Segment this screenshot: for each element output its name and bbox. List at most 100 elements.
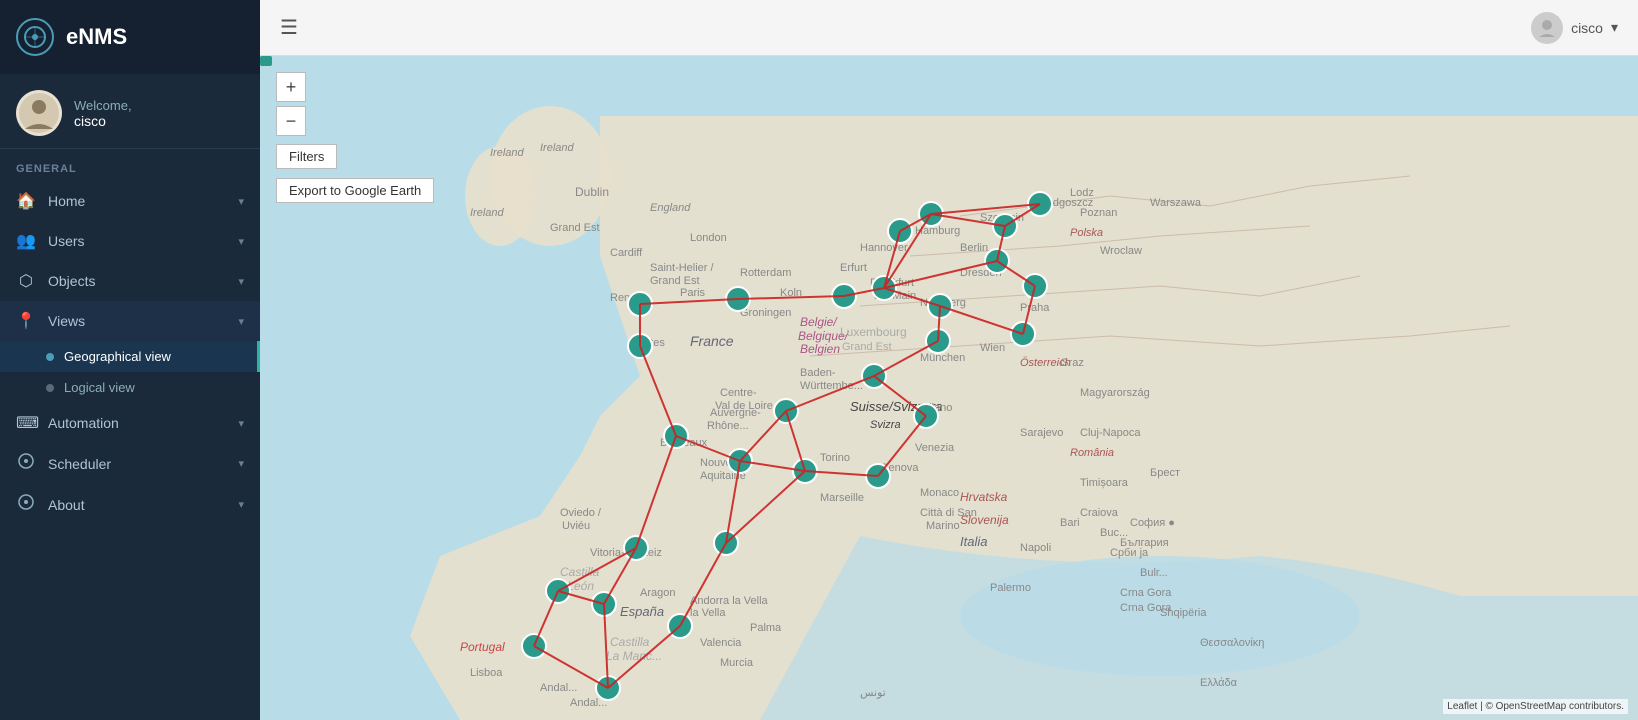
svg-text:Sarajevo: Sarajevo <box>1020 427 1063 439</box>
svg-text:Rhône...: Rhône... <box>707 420 749 432</box>
svg-text:Torino: Torino <box>820 452 850 464</box>
user-section: Welcome, cisco <box>0 74 260 149</box>
scheduler-icon <box>16 453 36 474</box>
svg-text:Grand Est: Grand Est <box>550 222 600 234</box>
sidebar-item-home[interactable]: 🏠 Home ▾ <box>0 181 260 221</box>
zoom-in-button[interactable]: + <box>276 72 306 102</box>
geo-view-label: Geographical view <box>64 349 171 364</box>
sidebar-item-scheduler-label: Scheduler <box>48 456 111 472</box>
svg-text:España: España <box>620 604 664 619</box>
svg-text:Cluj-Napoca: Cluj-Napoca <box>1080 427 1141 439</box>
filters-button[interactable]: Filters <box>276 144 337 169</box>
about-icon <box>16 494 36 515</box>
hamburger-menu[interactable]: ☰ <box>280 15 298 40</box>
svg-text:Palma: Palma <box>750 622 782 634</box>
svg-text:Portugal: Portugal <box>460 640 505 654</box>
topbar-username: cisco <box>1571 20 1603 36</box>
user-name: cisco <box>74 113 132 129</box>
svg-text:Graz: Graz <box>1060 357 1084 369</box>
svg-text:Praha: Praha <box>1020 302 1050 314</box>
svg-text:Grand Est: Grand Est <box>650 275 700 287</box>
svg-text:Poznan: Poznan <box>1080 207 1117 219</box>
sidebar-item-logical-view[interactable]: Logical view <box>0 372 260 403</box>
svg-text:Θεσσαλονίκη: Θεσσαλονίκη <box>1200 637 1264 649</box>
svg-text:Marseille: Marseille <box>820 492 864 504</box>
map-attribution: Leaflet | © OpenStreetMap contributors. <box>1443 699 1628 714</box>
scheduler-chevron: ▾ <box>238 457 244 470</box>
svg-text:Monaco: Monaco <box>920 487 959 499</box>
sidebar-item-scheduler[interactable]: Scheduler ▾ <box>0 443 260 484</box>
map-container[interactable]: Ireland Ireland Dublin Ireland Grand Est… <box>260 56 1638 720</box>
svg-text:Lisboa: Lisboa <box>470 667 503 679</box>
views-chevron: ▾ <box>238 315 244 328</box>
svg-text:Rotterdam: Rotterdam <box>740 267 791 279</box>
sidebar-item-about[interactable]: About ▾ <box>0 484 260 525</box>
svg-text:Castilla: Castilla <box>610 635 650 649</box>
svg-text:Бpeст: Бpeст <box>1150 467 1180 479</box>
svg-text:Centre-: Centre- <box>720 387 757 399</box>
svg-text:Shqipëria: Shqipëria <box>1160 607 1207 619</box>
home-icon: 🏠 <box>16 191 36 211</box>
sidebar-item-about-label: About <box>48 497 85 513</box>
sidebar-item-automation-label: Automation <box>48 415 119 431</box>
svg-text:Βulг...: Βulг... <box>1140 567 1168 579</box>
sidebar-item-automation[interactable]: ⌨ Automation ▾ <box>0 403 260 443</box>
svg-text:Andal...: Andal... <box>540 682 577 694</box>
svg-text:England: England <box>650 202 691 214</box>
svg-text:Luxembourg: Luxembourg <box>840 325 907 339</box>
topbar-right: cisco ▾ <box>1531 12 1618 44</box>
svg-text:London: London <box>690 232 727 244</box>
svg-text:Hrvatska: Hrvatska <box>960 490 1008 504</box>
svg-text:France: France <box>690 333 734 349</box>
svg-text:Grand Est: Grand Est <box>842 341 892 353</box>
zoom-out-button[interactable]: − <box>276 106 306 136</box>
svg-text:Auvergne-: Auvergne- <box>710 407 761 419</box>
svg-text:Aragon: Aragon <box>640 587 675 599</box>
avatar <box>16 90 62 136</box>
svg-text:Warszawa: Warszawa <box>1150 197 1202 209</box>
topbar-chevron[interactable]: ▾ <box>1611 19 1618 36</box>
main-content: ☰ cisco ▾ <box>260 0 1638 720</box>
sidebar-item-objects-label: Objects <box>48 273 95 289</box>
topbar-user-icon <box>1531 12 1563 44</box>
svg-text:Craiova: Craiova <box>1080 507 1119 519</box>
svg-text:Valencia: Valencia <box>700 637 742 649</box>
svg-text:Oviedo /: Oviedo / <box>560 507 602 519</box>
automation-chevron: ▾ <box>238 417 244 430</box>
sidebar-item-objects[interactable]: ⬡ Objects ▾ <box>0 261 260 301</box>
svg-text:Baden-: Baden- <box>800 367 836 379</box>
svg-text:Erfurt: Erfurt <box>840 262 867 274</box>
sidebar-item-users[interactable]: 👥 Users ▾ <box>0 221 260 261</box>
svg-text:La Manc...: La Manc... <box>606 649 662 663</box>
users-chevron: ▾ <box>238 235 244 248</box>
svg-text:Svizra: Svizra <box>870 419 901 431</box>
svg-text:Città di San: Città di San <box>920 507 977 519</box>
sidebar-item-users-label: Users <box>48 233 85 249</box>
sidebar-item-home-label: Home <box>48 193 85 209</box>
svg-text:Uviéu: Uviéu <box>562 520 590 532</box>
svg-text:Napoli: Napoli <box>1020 542 1051 554</box>
svg-text:София ●: София ● <box>1130 517 1175 529</box>
svg-text:România: România <box>1070 447 1114 459</box>
svg-text:Crna Gora: Crna Gora <box>1120 587 1172 599</box>
sidebar-item-views[interactable]: 📍 Views ▾ <box>0 301 260 341</box>
svg-text:Saint-Helier /: Saint-Helier / <box>650 262 715 274</box>
svg-text:Belgie/: Belgie/ <box>800 315 838 329</box>
svg-text:Andorra la Vella: Andorra la Vella <box>690 595 769 607</box>
svg-text:la Vella: la Vella <box>690 607 726 619</box>
sidebar-item-geographical-view[interactable]: Geographical view <box>0 341 260 372</box>
logical-view-label: Logical view <box>64 380 135 395</box>
svg-text:Paris: Paris <box>680 287 706 299</box>
svg-text:Timișoara: Timișoara <box>1080 477 1129 489</box>
topbar: ☰ cisco ▾ <box>260 0 1638 56</box>
export-google-earth-button[interactable]: Export to Google Earth <box>276 178 434 203</box>
svg-text:Ireland: Ireland <box>470 207 505 219</box>
home-chevron: ▾ <box>238 195 244 208</box>
welcome-text: Welcome, <box>74 98 132 113</box>
svg-text:Cardiff: Cardiff <box>610 247 643 259</box>
map-svg: Ireland Ireland Dublin Ireland Grand Est… <box>260 56 1638 720</box>
user-info: Welcome, cisco <box>74 98 132 129</box>
geo-view-dot <box>46 353 54 361</box>
svg-text:Bari: Bari <box>1060 517 1080 529</box>
svg-text:Ireland: Ireland <box>490 147 525 159</box>
